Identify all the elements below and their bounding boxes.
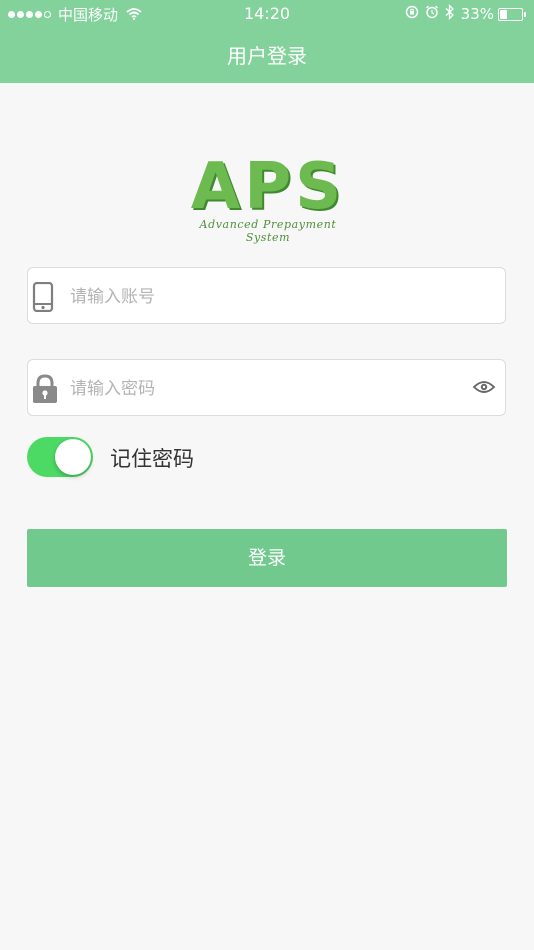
aps-logo: APS Advanced Prepayment System bbox=[178, 150, 358, 244]
eye-icon[interactable] bbox=[472, 378, 496, 400]
account-field[interactable] bbox=[27, 267, 506, 325]
remember-password-toggle[interactable] bbox=[27, 437, 93, 477]
login-button[interactable]: 登录 bbox=[27, 529, 507, 587]
alarm-icon bbox=[419, 5, 439, 23]
orientation-lock-icon bbox=[399, 5, 419, 23]
status-right: 33% bbox=[399, 3, 526, 24]
header-bar: 中国移动 14:20 33% 用户登录 bbox=[0, 0, 534, 83]
logo-wordmark: APS bbox=[190, 150, 346, 224]
phone-icon bbox=[32, 281, 54, 316]
password-field[interactable] bbox=[27, 359, 506, 417]
battery-icon bbox=[498, 7, 526, 21]
remember-password-label: 记住密码 bbox=[110, 447, 194, 471]
logo-tagline: Advanced Prepayment System bbox=[199, 218, 337, 244]
battery-body bbox=[498, 7, 523, 21]
toggle-knob bbox=[55, 439, 91, 475]
battery-tip bbox=[524, 11, 526, 17]
page-title: 用户登录 bbox=[227, 44, 307, 68]
account-input[interactable] bbox=[68, 268, 472, 325]
battery-fill bbox=[500, 9, 507, 19]
battery-percentage: 33% bbox=[460, 5, 494, 23]
bluetooth-icon bbox=[439, 3, 455, 24]
password-input[interactable] bbox=[68, 360, 472, 417]
lock-icon bbox=[32, 374, 58, 408]
status-bar: 中国移动 14:20 33% bbox=[0, 0, 534, 28]
